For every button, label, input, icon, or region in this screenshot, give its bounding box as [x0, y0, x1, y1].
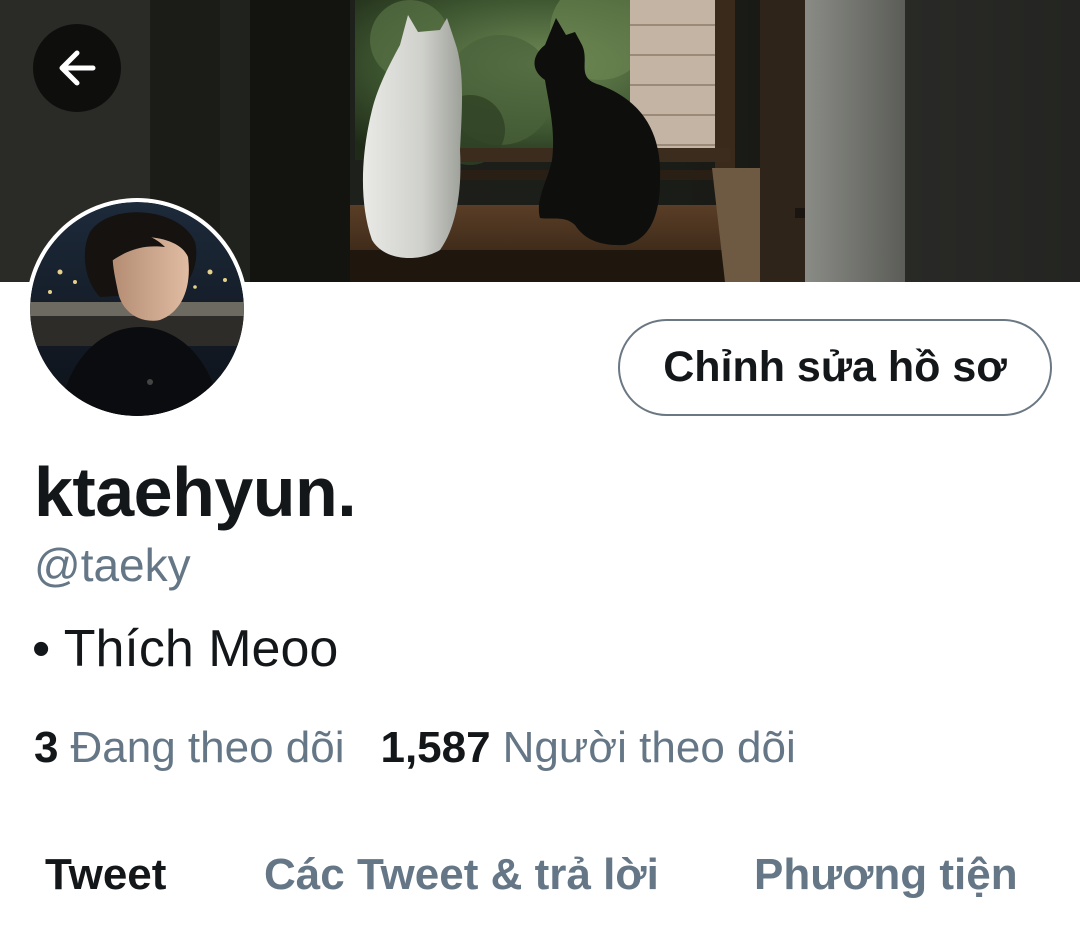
followers-label: Người theo dõi [502, 723, 796, 772]
edit-profile-button[interactable]: Chỉnh sửa hồ sơ [618, 319, 1052, 416]
following-link[interactable]: 3 Đang theo dõi [34, 723, 344, 773]
profile-page: Chỉnh sửa hồ sơ ktaehyun. @taeky • Thích… [0, 0, 1080, 931]
avatar[interactable] [26, 198, 248, 420]
tab-tweets[interactable]: Tweet [45, 850, 166, 900]
following-label: Đang theo dõi [70, 723, 345, 772]
username-handle: @taeky [34, 539, 191, 591]
profile-tabs: Tweet Các Tweet & trả lời Phương tiện [0, 850, 1080, 920]
tab-tweets-and-replies[interactable]: Các Tweet & trả lời [264, 850, 659, 900]
back-button[interactable] [33, 24, 121, 112]
display-name: ktaehyun. [34, 453, 357, 531]
tab-media[interactable]: Phương tiện [754, 850, 1018, 900]
following-count: 3 [34, 723, 59, 772]
followers-count: 1,587 [380, 723, 491, 772]
profile-bio: • Thích Meoo [32, 620, 339, 678]
arrow-left-icon [59, 50, 96, 86]
follow-stats: 3 Đang theo dõi 1,587 Người theo dõi [34, 723, 796, 773]
avatar-photo [30, 202, 244, 416]
followers-link[interactable]: 1,587 Người theo dõi [380, 723, 795, 773]
